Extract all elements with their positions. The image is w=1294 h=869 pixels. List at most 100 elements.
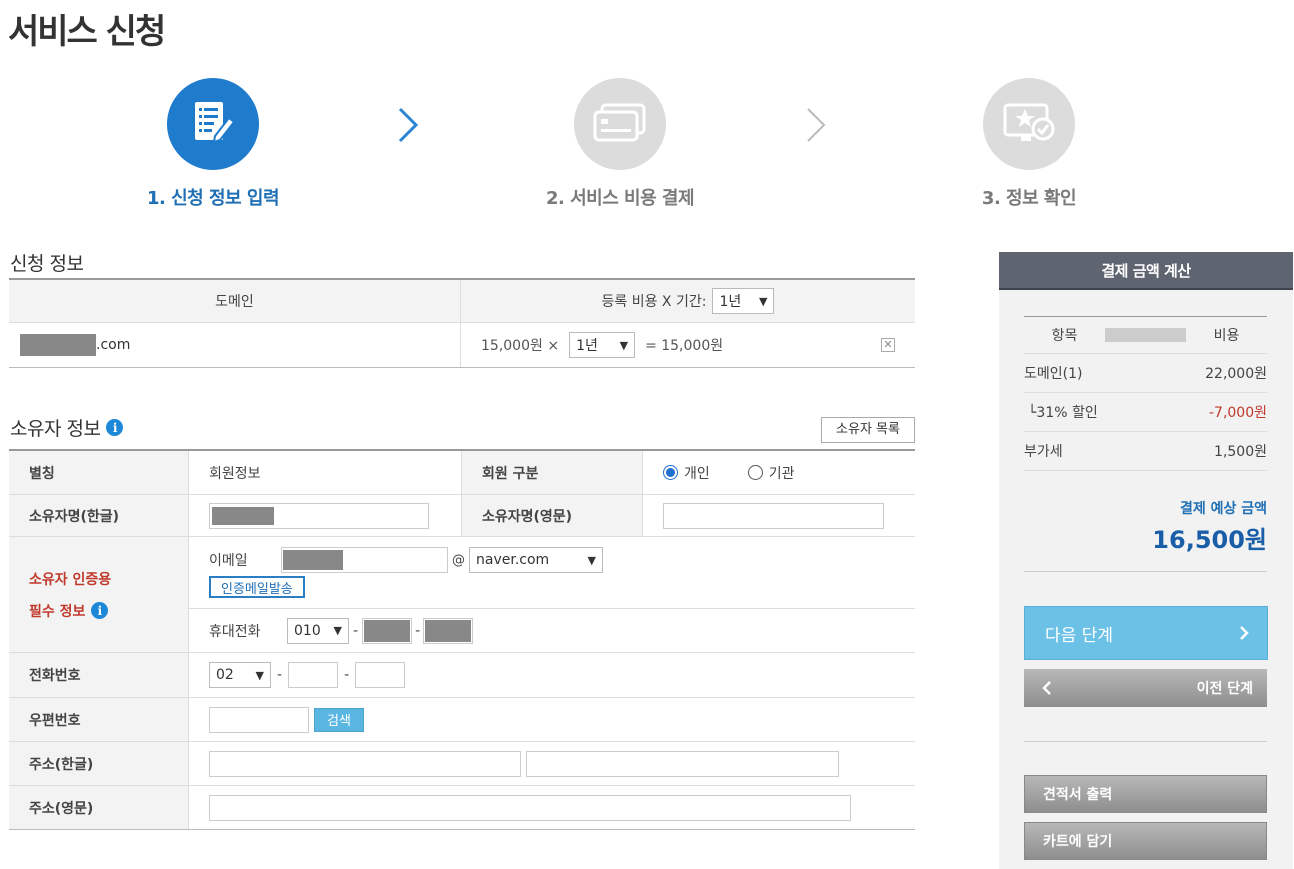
domain-suffix: .com (96, 337, 131, 353)
cost-row-discount: └31% 할인 -7,000원 (1024, 393, 1267, 432)
step-chevron-inactive-icon (807, 108, 826, 142)
email-block: 이메일 @ naver.com ▼ 인증메일발송 (189, 537, 915, 609)
auth-label: 소유자 인증용 필수 정보 i (9, 537, 189, 652)
email-line: 이메일 @ naver.com ▼ (209, 547, 915, 573)
phone-mid-input[interactable] (288, 662, 339, 688)
address-kr-input-2[interactable] (526, 750, 839, 777)
dash: - (344, 667, 350, 683)
owner-name-en-cell (643, 495, 884, 536)
zip-cell: 검색 (189, 698, 364, 741)
alias-label: 별칭 (9, 451, 189, 494)
chevron-down-icon: ▼ (255, 668, 264, 682)
owner-name-row: 소유자명(한글) 소유자명(영문) (9, 495, 915, 537)
step-3: 3. 정보 확인 (919, 78, 1139, 210)
send-verification-mail-button[interactable]: 인증메일발송 (209, 576, 305, 598)
phone-cell: 02 ▼ - - (189, 653, 406, 697)
mobile-prefix-value: 010 (294, 622, 321, 639)
phone-row: 전화번호 02 ▼ - - (9, 653, 915, 698)
zip-search-button[interactable]: 검색 (314, 707, 364, 732)
col-fee-label: 등록 비용 X 기간: (601, 294, 707, 310)
chevron-down-icon: ▼ (759, 294, 768, 308)
service-application-page: 서비스 신청 1. 신청 정보 입력 2. 서비스 비용 결제 3. 정보 확인… (0, 0, 1294, 869)
owner-name-kr-input[interactable] (209, 502, 429, 529)
col-domain: 도메인 (9, 280, 461, 322)
header-period-select[interactable]: 1년 ▼ (712, 288, 775, 314)
cost-row-domain: 도메인(1) 22,000원 (1024, 354, 1267, 393)
phone-last-input[interactable] (355, 662, 406, 688)
mobile-mid-input[interactable] (362, 617, 413, 644)
col-fee: 등록 비용 X 기간: 1년 ▼ (461, 280, 915, 322)
mobile-prefix-select[interactable]: 010 ▼ (287, 617, 349, 644)
zip-label: 우편번호 (9, 698, 189, 741)
prev-step-button[interactable]: 이전 단계 (1024, 669, 1267, 707)
auth-label-line2-text: 필수 정보 (29, 603, 86, 620)
col-cost: 비용 (1213, 328, 1240, 344)
email-domain-value: naver.com (476, 552, 550, 568)
owner-heading-text: 소유자 정보 (10, 418, 101, 440)
owner-list-button[interactable]: 소유자 목록 (821, 417, 915, 443)
header-divider (1105, 328, 1186, 342)
header-period-value: 1년 (719, 294, 742, 310)
phone-label: 전화번호 (9, 653, 189, 697)
step-2-icon-circle (574, 78, 666, 170)
chevron-down-icon: ▼ (333, 624, 342, 637)
step-2-label: 2. 서비스 비용 결제 (545, 188, 695, 209)
step-1-icon-circle (167, 78, 259, 170)
divider (1024, 741, 1267, 742)
send-mail-wrap: 인증메일발송 (209, 576, 915, 598)
email-domain-select[interactable]: naver.com ▼ (469, 547, 603, 573)
address-en-input[interactable] (209, 794, 851, 821)
step-2: 2. 서비스 비용 결제 (510, 78, 730, 210)
auth-row: 소유자 인증용 필수 정보 i 이메일 @ naver.com ▼ 인증메일발송… (9, 537, 915, 653)
table-row: .com 15,000원 × 1년 ▼ = 15,000원 ✕ (9, 323, 915, 367)
domain-cell: .com (9, 323, 461, 367)
print-quote-button[interactable]: 견적서 출력 (1024, 775, 1267, 813)
radio-org[interactable] (747, 465, 763, 480)
estimate-value: 16,500원 (1152, 526, 1267, 554)
zip-input[interactable] (209, 706, 309, 733)
dash: - (415, 622, 421, 639)
mobile-label: 휴대전화 (209, 623, 261, 640)
mobile-last-input[interactable] (423, 617, 474, 644)
owner-name-en-input[interactable] (663, 502, 884, 529)
zip-row: 우편번호 검색 (9, 698, 915, 742)
application-table-header: 도메인 등록 비용 X 기간: 1년 ▼ (9, 280, 915, 323)
masked-mobile-last (425, 619, 472, 642)
info-icon[interactable]: i (91, 602, 109, 619)
step-chevron-active-icon (398, 107, 419, 143)
radio-org-label: 기관 (768, 465, 795, 482)
cost-row-vat: 부가세 1,500원 (1024, 432, 1267, 471)
email-id-input[interactable] (281, 547, 448, 573)
phone-prefix-select[interactable]: 02 ▼ (209, 662, 271, 688)
masked-domain-name (20, 334, 96, 356)
auth-label-line1: 소유자 인증용 (29, 571, 112, 588)
address-kr-input-1[interactable] (209, 750, 521, 777)
fee-cell: 15,000원 × 1년 ▼ = 15,000원 ✕ (461, 323, 915, 367)
info-icon[interactable]: i (106, 419, 124, 436)
cost-row-label: 도메인(1) (1024, 366, 1083, 382)
address-en-label: 주소(영문) (9, 786, 189, 829)
row-period-select[interactable]: 1년 ▼ (569, 332, 636, 358)
member-type-options: 개인 기관 (643, 451, 795, 494)
unit-price: 15,000원 × (481, 338, 560, 354)
next-step-button[interactable]: 다음 단계 (1024, 606, 1268, 660)
auth-label-line2: 필수 정보 i (29, 601, 109, 621)
chevron-left-icon (1042, 681, 1051, 695)
add-to-cart-button[interactable]: 카트에 담기 (1024, 822, 1267, 860)
cost-table-header: 항목 비용 (1024, 316, 1267, 354)
email-label: 이메일 (209, 553, 248, 569)
chevron-down-icon: ▼ (587, 553, 596, 567)
masked-mobile-mid (364, 619, 411, 642)
remove-row-icon[interactable]: ✕ (881, 338, 895, 352)
divider (1024, 571, 1267, 572)
application-table: 도메인 등록 비용 X 기간: 1년 ▼ .com 15,000원 × 1년 ▼ (9, 278, 915, 368)
step-3-icon-circle (983, 78, 1075, 170)
prev-step-label: 이전 단계 (1196, 681, 1253, 697)
owner-heading: 소유자 정보 i (10, 414, 124, 441)
estimate-block: 결제 예상 금액 16,500원 (1152, 498, 1267, 555)
member-type-label: 회원 구분 (461, 451, 643, 494)
page-title: 서비스 신청 (8, 12, 166, 52)
address-kr-cell (189, 742, 839, 785)
radio-personal[interactable] (663, 465, 678, 480)
phone-prefix-value: 02 (216, 667, 234, 683)
